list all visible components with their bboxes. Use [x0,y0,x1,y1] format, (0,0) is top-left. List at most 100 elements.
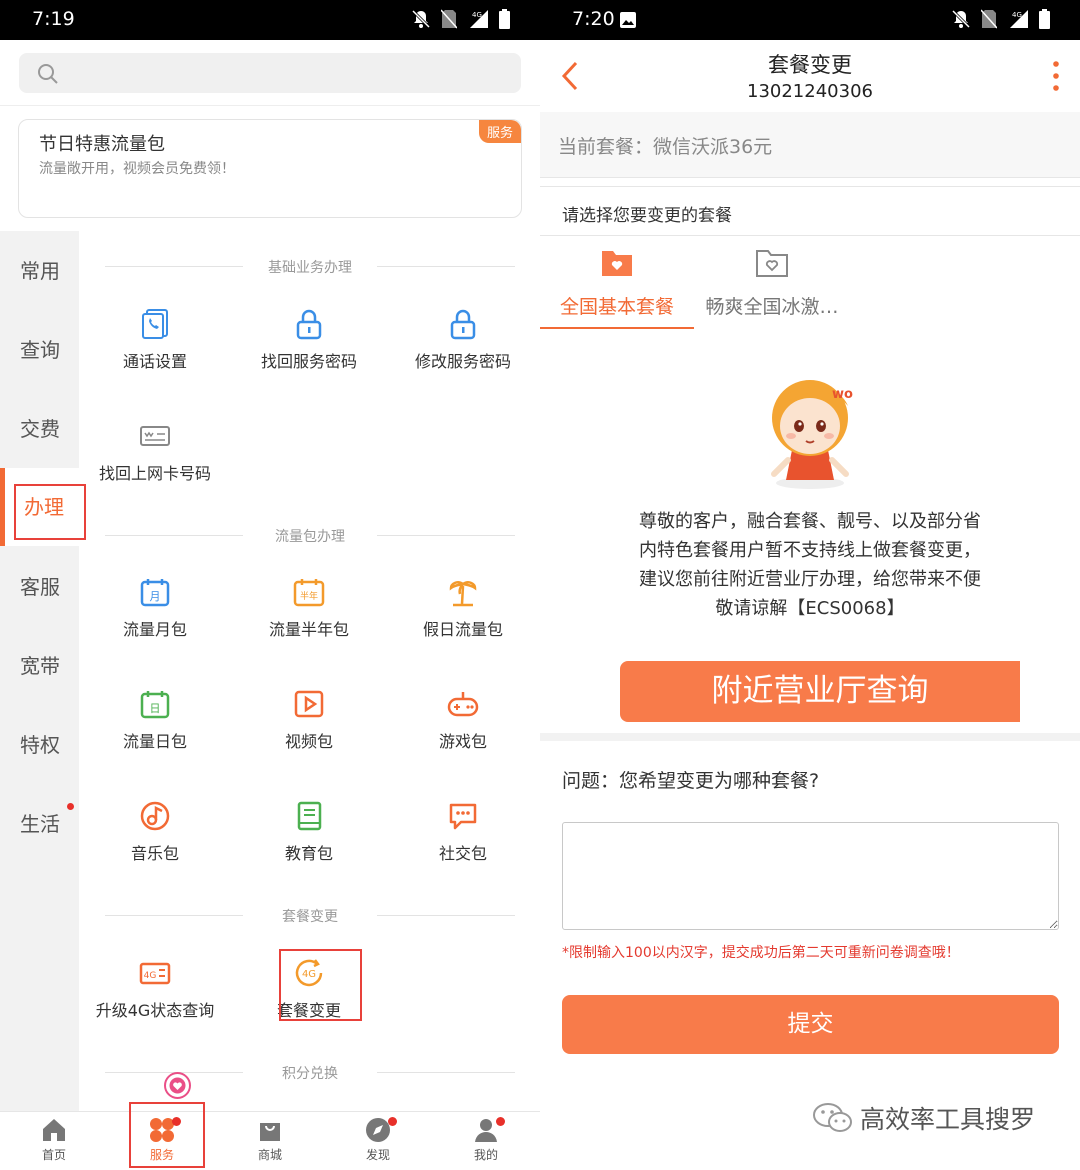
grid-item-label: 视频包 [284,732,333,751]
svg-text:4G: 4G [472,11,482,19]
grid-item-label: 通话设置 [122,352,187,371]
submit-button[interactable]: 提交 [562,995,1059,1054]
grid-item-change-password[interactable]: 修改服务密码 [386,308,540,372]
sidebar-item-payment[interactable]: 交费 [0,399,79,459]
grid-item-social-pack[interactable]: 社交包 [386,800,540,864]
wechat-icon [813,1103,852,1132]
grid-item-retrieve-card-number[interactable]: 找回上网卡号码 [78,420,232,484]
current-plan-text: 当前套餐：微信沃派36元 [558,136,773,158]
more-vertical-icon[interactable] [1052,60,1060,92]
calendar-day-text: 日 [150,702,161,715]
sim-card-icon [140,426,170,446]
grid-item-education-pack[interactable]: 教育包 [232,800,386,864]
mascot-wo-mark: wo [832,387,853,402]
grid-item-game-pack[interactable]: 游戏包 [386,688,540,752]
mascot-illustration: wo [771,380,853,489]
section-title-data-pack: 流量包办理 [105,526,515,546]
folder-heart-icon [602,251,632,276]
navigation-bar: 套餐变更 13021240306 [540,40,1080,112]
status-bar: 7:19 4G [0,0,540,40]
no-sim-icon [981,9,997,29]
tab-ice-plan[interactable]: 畅爽全国冰激… [700,248,844,319]
tab-notification-dot [496,1117,505,1126]
active-tab-underline [540,327,694,329]
4g-upgrade-icon: 4G [139,962,171,985]
grid-item-4g-upgrade-query[interactable]: 4G 升级4G状态查询 [78,957,232,1021]
floating-heart-button[interactable] [164,1072,191,1099]
tab-mall[interactable]: 商城 [230,1116,310,1163]
grid-item-label: 修改服务密码 [414,352,511,371]
promo-title: 节日特惠流量包 [39,134,165,155]
page-title: 套餐变更 [768,53,852,77]
tab-discover[interactable]: 发现 [338,1116,418,1163]
gamepad-icon [447,692,479,717]
grid-item-label: 教育包 [284,844,333,863]
highlight-box-handle [14,484,86,540]
sidebar-item-customer-service[interactable]: 客服 [0,557,79,617]
palm-tree-icon [449,581,477,607]
sidebar-notification-dot [67,803,74,810]
home-icon [43,1119,65,1141]
grid-item-music-pack[interactable]: 音乐包 [78,800,232,864]
plan-tab-label: 全国基本套餐 [559,296,674,318]
status-icons: 4G [411,9,510,29]
tab-label: 我的 [473,1148,498,1162]
battery-icon [1039,9,1050,29]
tab-label: 首页 [41,1148,66,1162]
sidebar-item-privilege[interactable]: 特权 [0,715,79,775]
grid-item-label: 社交包 [438,844,487,863]
search-input[interactable] [19,53,521,93]
tab-national-basic-plan[interactable]: 全国基本套餐 [556,248,678,319]
battery-icon [499,9,510,29]
call-settings-icon [142,309,168,339]
folder-heart-outline-icon [756,250,788,277]
input-limit-note: *限制输入100以内汉字，提交成功后第二天可重新问卷调查哦！ [562,945,960,961]
sidebar-item-common[interactable]: 常用 [0,241,79,301]
section-title-plan-change: 套餐变更 [105,906,515,926]
status-time: 7:20 [572,8,615,30]
tab-mine[interactable]: 我的 [446,1116,526,1163]
heart-icon [169,1077,186,1094]
section-title-basic: 基础业务办理 [105,257,515,277]
grid-item-retrieve-password[interactable]: 找回服务密码 [232,308,386,372]
no-sim-icon [441,9,457,29]
grid-item-video-pack[interactable]: 视频包 [232,688,386,752]
calendar-month-icon: 月 [140,579,170,607]
notice-text: 尊敬的客户，融合套餐、靓号、以及部分省 内特色套餐用户暂不支持线上做套餐变更， … [600,507,1020,623]
bottom-tab-bar: 首页 服务 商城 发现 我的 [0,1111,540,1170]
grid-item-daily-pack[interactable]: 日 流量日包 [78,688,232,752]
svg-text:4G: 4G [1012,11,1022,19]
answer-textarea[interactable] [562,822,1059,930]
4g-upgrade-text: 4G [144,971,157,981]
notice-line: 尊敬的客户，融合套餐、靓号、以及部分省 [639,511,981,532]
lock-icon [450,309,476,340]
watermark: 高效率工具搜罗 [812,1100,1035,1136]
bell-off-icon [951,9,971,29]
grid-item-holiday-pack[interactable]: 假日流量包 [386,576,540,640]
search-icon [38,64,58,84]
tab-notification-dot [388,1117,397,1126]
grid-item-call-settings[interactable]: 通话设置 [78,308,232,372]
section-divider [540,733,1080,741]
phone-number: 13021240306 [747,81,873,102]
grid-item-label: 流量月包 [122,620,187,639]
nearby-store-query-button[interactable]: 附近营业厅查询 [620,661,1020,722]
grid-item-label: 游戏包 [438,732,487,751]
grid-item-monthly-pack[interactable]: 月 流量月包 [78,576,232,640]
tab-home[interactable]: 首页 [14,1116,94,1163]
sidebar-item-broadband[interactable]: 宽带 [0,636,79,696]
current-plan-bar: 当前套餐：微信沃派36元 [540,112,1080,178]
grid-item-label: 升级4G状态查询 [95,1001,215,1020]
tab-label: 发现 [365,1148,390,1162]
sidebar-item-query[interactable]: 查询 [0,320,79,380]
calendar-month-text: 月 [150,590,161,603]
grid-item-label: 找回服务密码 [260,352,357,371]
question-label: 问题：您希望变更为哪种套餐? [562,770,820,792]
grid-item-half-year-pack[interactable]: 半年 流量半年包 [232,576,386,640]
promo-badge: 服务 [478,120,521,143]
status-bar: 7:20 4G [540,0,1080,40]
promo-card[interactable]: 节日特惠流量包 流量敞开用，视频会员免费领！ 服务 [18,119,522,218]
notice-line: 敬请谅解【ECS0068】 [715,598,905,619]
highlight-box-service-tab [129,1102,205,1168]
select-hint-bar: 请选择您要变更的套餐 [540,186,1080,236]
